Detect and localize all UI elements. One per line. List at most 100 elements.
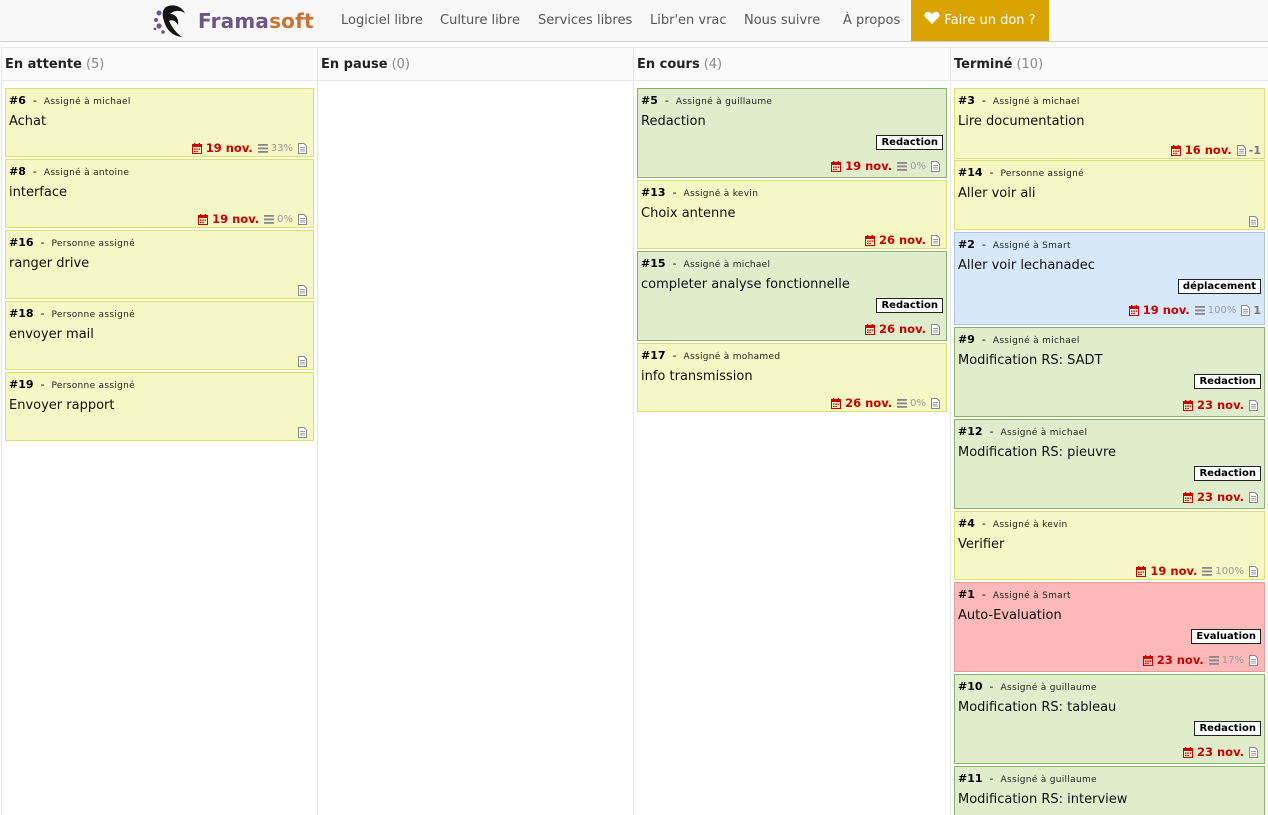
task-id[interactable]: #12 xyxy=(958,425,983,438)
task-id[interactable]: #11 xyxy=(958,772,983,785)
task-card[interactable]: #13- Assigné à kevin Choix antenne 26 nov. xyxy=(637,180,947,249)
notes-icon[interactable] xyxy=(298,213,307,225)
task-notes[interactable]: 1 xyxy=(1241,304,1261,317)
brand-logo[interactable]: Framasoft xyxy=(152,0,314,41)
task-title[interactable]: completer analyse fonctionnelle xyxy=(641,277,850,292)
task-notes[interactable] xyxy=(298,284,310,296)
task-id[interactable]: #1 xyxy=(958,588,975,601)
nav-link[interactable]: Libr'en vrac xyxy=(650,0,727,41)
task-id[interactable]: #13 xyxy=(641,186,666,199)
task-title[interactable]: Redaction xyxy=(641,114,706,129)
nav-link[interactable]: Culture libre xyxy=(440,0,520,41)
task-title[interactable]: Lire documentation xyxy=(958,114,1085,129)
task-title[interactable]: Envoyer rapport xyxy=(9,398,114,413)
nav-link[interactable]: Logiciel libre xyxy=(341,0,423,41)
task-card[interactable]: #12- Assigné à michael Modification RS: pi… xyxy=(954,419,1265,509)
task-title[interactable]: envoyer mail xyxy=(9,327,94,342)
notes-icon[interactable] xyxy=(1249,215,1258,227)
task-id[interactable]: #4 xyxy=(958,517,975,530)
task-id[interactable]: #15 xyxy=(641,257,666,270)
task-notes[interactable] xyxy=(931,160,943,172)
task-tag[interactable]: Evaluation xyxy=(1191,629,1261,644)
task-card[interactable]: #9- Assigné à michael Modification RS: SAD… xyxy=(954,327,1265,417)
notes-icon[interactable] xyxy=(1249,491,1258,503)
notes-icon[interactable] xyxy=(1241,304,1251,316)
task-notes[interactable] xyxy=(931,397,943,409)
task-notes[interactable] xyxy=(931,234,943,246)
task-tag[interactable]: Redaction xyxy=(1194,721,1261,736)
task-card[interactable]: #8- Assigné à antoine interface 19 nov. 0% xyxy=(5,159,314,228)
task-title[interactable]: Achat xyxy=(9,114,46,129)
task-card[interactable]: #5- Assigné à guillaume Redaction Redaction… xyxy=(637,88,947,178)
task-title[interactable]: ranger drive xyxy=(9,256,89,271)
task-notes[interactable] xyxy=(1249,565,1261,577)
task-card[interactable]: #6- Assigné à michael Achat 19 nov. 33% xyxy=(5,88,314,157)
task-notes[interactable] xyxy=(1249,746,1261,758)
notes-icon[interactable] xyxy=(931,397,940,409)
task-id[interactable]: #6 xyxy=(9,94,26,107)
task-notes[interactable] xyxy=(298,213,310,225)
task-id[interactable]: #2 xyxy=(958,238,975,251)
task-id[interactable]: #19 xyxy=(9,378,34,391)
task-card[interactable]: #16- Personne assigné ranger drive xyxy=(5,230,314,299)
task-card[interactable]: #4- Assigné à kevin Verifier 19 nov. 100% xyxy=(954,511,1265,580)
notes-icon[interactable] xyxy=(931,234,940,246)
task-tag[interactable]: Redaction xyxy=(1194,466,1261,481)
notes-icon[interactable] xyxy=(1249,399,1258,411)
task-card[interactable]: #1- Assigné à Smart Auto-Evaluation Evaluat… xyxy=(954,582,1265,672)
task-notes[interactable] xyxy=(1249,491,1261,503)
task-title[interactable]: Modification RS: SADT xyxy=(958,353,1103,368)
task-id[interactable]: #3 xyxy=(958,94,975,107)
task-id[interactable]: #5 xyxy=(641,94,658,107)
task-title[interactable]: Verifier xyxy=(958,537,1004,552)
notes-icon[interactable] xyxy=(1249,654,1258,666)
task-card[interactable]: #18- Personne assigné envoyer mail xyxy=(5,301,314,370)
task-title[interactable]: Modification RS: interview xyxy=(958,792,1127,807)
notes-icon[interactable] xyxy=(931,323,940,335)
task-card[interactable]: #2- Assigné à Smart Aller voir lechanadec d… xyxy=(954,232,1265,325)
task-card[interactable]: #14- Personne assigné Aller voir ali xyxy=(954,160,1265,230)
nav-link[interactable]: Services libres xyxy=(538,0,632,41)
notes-icon[interactable] xyxy=(931,160,940,172)
task-notes[interactable] xyxy=(298,355,310,367)
task-title[interactable]: Modification RS: pieuvre xyxy=(958,445,1116,460)
task-id[interactable]: #16 xyxy=(9,236,34,249)
notes-icon[interactable] xyxy=(298,355,307,367)
task-notes[interactable] xyxy=(1249,215,1261,227)
nav-link[interactable]: À propos xyxy=(843,0,900,41)
task-card[interactable]: #10- Assigné à guillaume Modification RS: … xyxy=(954,674,1265,764)
task-id[interactable]: #9 xyxy=(958,333,975,346)
task-notes[interactable] xyxy=(1249,654,1261,666)
task-notes[interactable]: -1 xyxy=(1236,144,1261,157)
nav-link[interactable]: Nous suivre xyxy=(744,0,820,41)
task-notes[interactable] xyxy=(1249,399,1261,411)
notes-icon[interactable] xyxy=(298,284,307,296)
task-id[interactable]: #14 xyxy=(958,166,983,179)
task-tag[interactable]: Redaction xyxy=(876,135,943,150)
task-card[interactable]: #17- Assigné à mohamed info transmission 26… xyxy=(637,343,947,412)
task-id[interactable]: #10 xyxy=(958,680,983,693)
task-id[interactable]: #18 xyxy=(9,307,34,320)
task-notes[interactable] xyxy=(931,323,943,335)
task-notes[interactable] xyxy=(298,426,310,438)
task-tag[interactable]: Redaction xyxy=(1194,374,1261,389)
donate-button[interactable]: Faire un don ? xyxy=(911,0,1049,41)
task-title[interactable]: info transmission xyxy=(641,369,753,384)
task-card[interactable]: #15- Assigné à michael completer analyse f… xyxy=(637,251,947,341)
notes-icon[interactable] xyxy=(1249,565,1258,577)
task-id[interactable]: #8 xyxy=(9,165,26,178)
task-title[interactable]: Modification RS: tableau xyxy=(958,700,1116,715)
task-card[interactable]: #3- Assigné à michael Lire documentation 16… xyxy=(954,88,1265,159)
task-title[interactable]: interface xyxy=(9,185,67,200)
task-id[interactable]: #17 xyxy=(641,349,666,362)
notes-icon[interactable] xyxy=(1236,144,1246,156)
notes-icon[interactable] xyxy=(1249,746,1258,758)
task-tag[interactable]: déplacement xyxy=(1177,279,1261,294)
task-tag[interactable]: Redaction xyxy=(876,298,943,313)
task-notes[interactable] xyxy=(298,142,310,154)
task-card[interactable]: #11- Assigné à guillaume Modification RS: … xyxy=(954,766,1265,815)
notes-icon[interactable] xyxy=(298,142,307,154)
task-title[interactable]: Aller voir ali xyxy=(958,186,1036,201)
notes-icon[interactable] xyxy=(298,426,307,438)
task-title[interactable]: Auto-Evaluation xyxy=(958,608,1062,623)
